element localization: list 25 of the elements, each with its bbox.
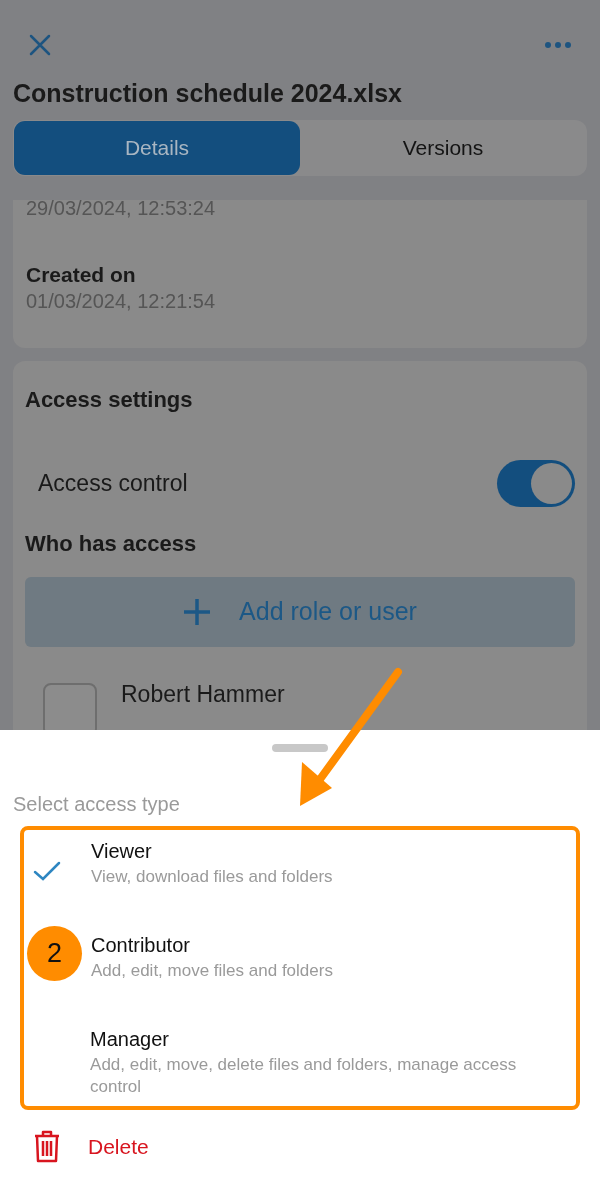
close-icon[interactable] <box>28 33 52 57</box>
more-icon[interactable] <box>544 41 572 49</box>
trash-icon <box>33 1130 61 1163</box>
sheet-title: Select access type <box>12 792 181 816</box>
option-name: Viewer <box>91 839 153 864</box>
created-label: Created on <box>26 262 137 288</box>
section-title: Access settings <box>25 387 194 413</box>
section-title: Who has access <box>25 531 198 557</box>
drag-handle[interactable] <box>272 744 328 752</box>
access-control-label: Access control <box>38 469 188 499</box>
delete-button[interactable]: Delete <box>0 1130 600 1163</box>
toggle-switch[interactable] <box>497 460 575 507</box>
option-name: Contributor <box>91 933 191 958</box>
access-option[interactable]: Manager Add, edit, move, delete files and folders, manage access control <box>90 1024 564 1098</box>
file-title: Construction schedule 2024.xlsx <box>13 78 404 108</box>
option-name: Manager <box>90 1027 170 1052</box>
access-option[interactable]: Contributor Add, edit, move files and folders <box>91 930 333 982</box>
tab[interactable]: Details <box>14 121 300 175</box>
option-description: Add, edit, move files and folders <box>91 960 333 982</box>
access-option[interactable]: Viewer View, download files and folders <box>91 836 333 888</box>
plus-icon <box>183 598 212 626</box>
user-name: Robert Hammer <box>121 681 285 707</box>
tab[interactable]: Versions <box>300 121 586 175</box>
option-description: View, download files and folders <box>91 866 333 888</box>
option-description: Add, edit, move, delete files and folders, manage access control <box>90 1054 518 1098</box>
